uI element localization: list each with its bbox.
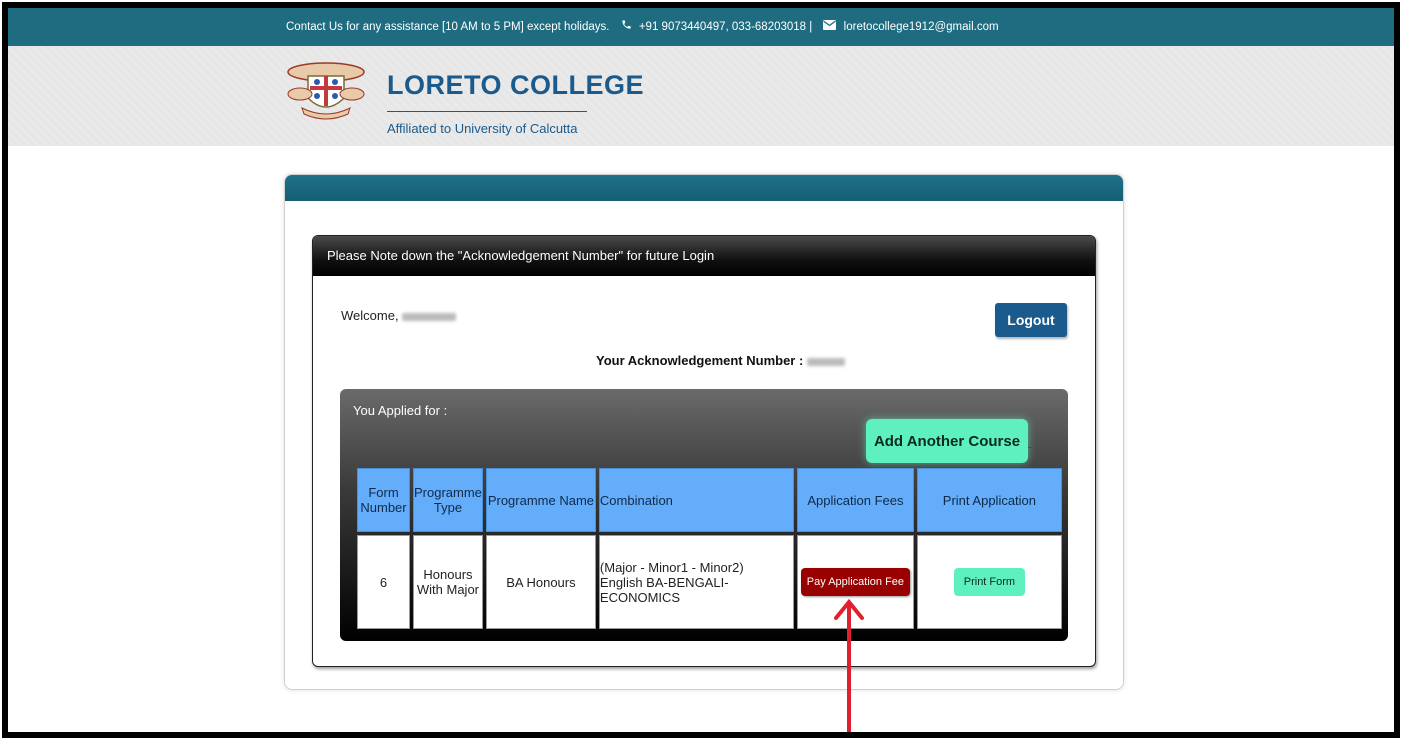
combination-cell: (Major - Minor1 - Minor2) English BA-BEN… [598,535,794,629]
main-card: Please Note down the "Acknowledgement Nu… [284,174,1124,690]
column-header: Combination [598,468,794,532]
combination-subjects: English BA-BENGALI-ECONOMICS [599,574,729,605]
welcome-label: Welcome, [341,308,399,323]
programme-type-cell: Honours With Major [413,535,483,629]
contact-text: Contact Us for any assistance [10 AM to … [286,21,610,34]
contact-bar: Contact Us for any assistance [10 AM to … [8,8,1394,46]
column-header: Form Number [357,468,410,532]
column-header: Programme Name [485,468,596,532]
logout-button[interactable]: Logout [995,303,1067,337]
table-row: 6 Honours With Major BA Honours (Major -… [357,535,1062,629]
link-underline [1028,447,1032,448]
affiliation-text: Affiliated to University of Calcutta [387,121,578,136]
envelope-icon [823,8,837,46]
acknowledgement-number: Your Acknowledgement Number : [596,353,845,368]
welcome-message: Welcome, [341,308,457,323]
card-header-bar [285,175,1123,201]
phone-icon [621,8,632,46]
applications-table: Form Number Programme Type Programme Nam… [354,465,1065,632]
column-header: Print Application [916,468,1062,532]
college-name: LORETO COLLEGE [387,70,645,100]
table-header-row: Form Number Programme Type Programme Nam… [357,468,1062,532]
programme-name-cell: BA Honours [485,535,596,629]
ack-label: Your Acknowledgement Number : [596,353,804,368]
college-crest-logo [287,62,365,120]
applied-courses-section: You Applied for : Add Another Course For… [340,389,1068,641]
contact-email[interactable]: loretocollege1912@gmail.com [844,21,999,33]
contact-phone: +91 9073440497, 033-68203018 | [638,21,813,34]
panel-header: Please Note down the "Acknowledgement Nu… [313,236,1095,276]
applied-label: You Applied for : [353,403,448,418]
user-name-redacted [402,312,457,321]
annotation-arrow-icon [834,598,864,732]
application-panel: Please Note down the "Acknowledgement Nu… [312,235,1096,667]
print-form-button[interactable]: Print Form [953,568,1026,596]
page-frame: Contact Us for any assistance [10 AM to … [2,2,1400,738]
add-another-course-button[interactable]: Add Another Course [866,419,1028,463]
title-divider [387,111,587,112]
brand-header: LORETO COLLEGE Affiliated to University … [8,46,1394,146]
pay-application-fee-button[interactable]: Pay Application Fee [800,568,911,596]
print-application-cell: Print Form [916,535,1062,629]
column-header: Application Fees [796,468,914,532]
form-number-cell: 6 [357,535,410,629]
ack-number-redacted [806,357,845,366]
combination-structure: (Major - Minor1 - Minor2) [599,559,744,575]
column-header: Programme Type [413,468,483,532]
